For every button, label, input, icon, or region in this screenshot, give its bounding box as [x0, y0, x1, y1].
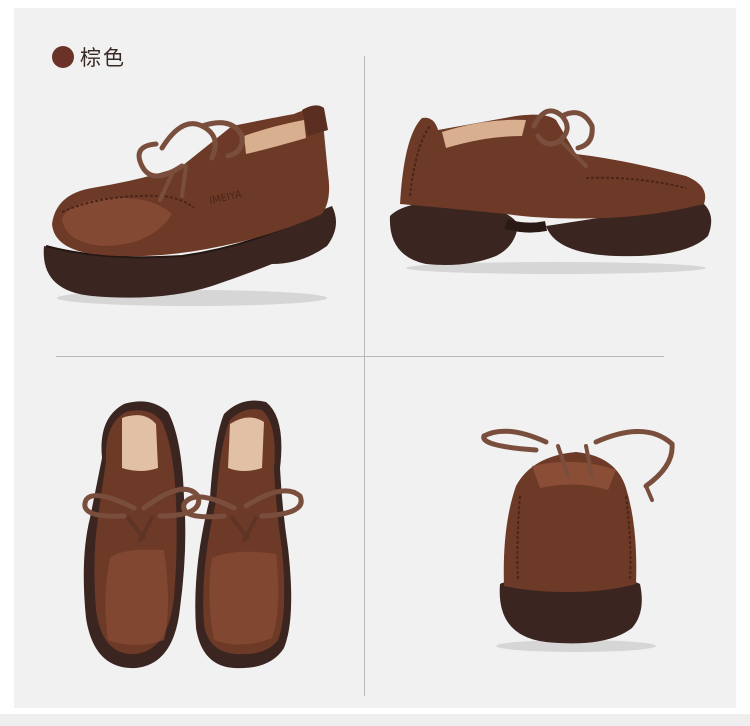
product-detail-image: 棕色 IMEIYA: [0, 0, 750, 726]
color-name: 棕色: [80, 46, 126, 70]
vertical-divider: [364, 56, 365, 696]
horizontal-divider: [56, 356, 664, 357]
shoe-photo-back-side: [389, 108, 712, 274]
shoe-photo-back-heel: [481, 428, 675, 652]
shoe-photo-top-pair: [82, 400, 304, 669]
color-swatch: [52, 46, 74, 68]
color-option-label: 棕色: [52, 42, 126, 72]
photo-panel: 棕色 IMEIYA: [14, 8, 736, 708]
bottom-strip: [0, 714, 750, 726]
shoe-photo-front-side: IMEIYA: [43, 105, 336, 306]
